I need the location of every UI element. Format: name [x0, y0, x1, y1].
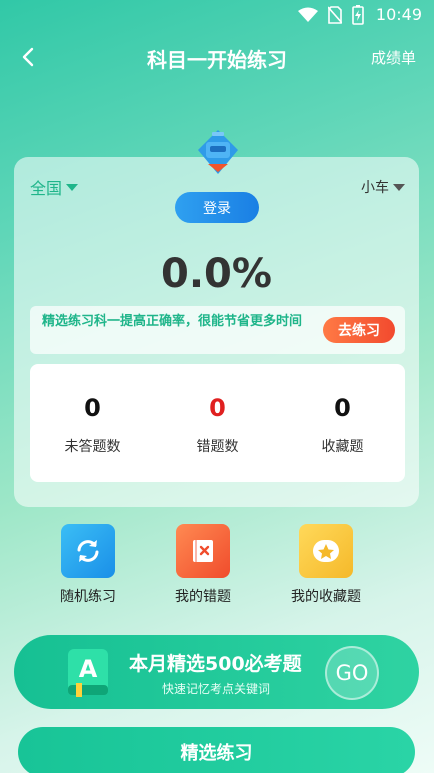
quick-label: 我的错题 — [175, 589, 231, 605]
stat-value: 0 — [209, 394, 226, 422]
status-icons — [298, 5, 364, 25]
stat-unanswered[interactable]: 0 未答题数 — [30, 364, 155, 482]
random-practice-button[interactable]: 随机练习 — [60, 524, 116, 606]
status-time: 10:49 — [375, 5, 422, 24]
page-title: 科目一开始练习 — [147, 48, 287, 72]
refresh-icon — [61, 524, 115, 578]
book-a-icon: A — [68, 649, 108, 697]
quick-label: 我的收藏题 — [291, 589, 361, 605]
my-wrong-questions-button[interactable]: 我的错题 — [175, 524, 231, 606]
go-practice-button[interactable]: 去练习 — [323, 317, 395, 343]
stat-value: 0 — [334, 394, 351, 422]
wrong-book-icon — [176, 524, 230, 578]
star-icon — [299, 524, 353, 578]
region-selector[interactable]: 全国 — [30, 175, 79, 199]
must-test-banner[interactable]: A 本月精选500必考题 快速记忆考点关键词 GO — [14, 635, 419, 709]
stat-value: 0 — [84, 394, 101, 422]
tip-text: 精选练习科一提高正确率，很能节省更多时间 — [42, 314, 303, 329]
quick-actions: 随机练习 我的错题 我的收藏题 — [0, 524, 434, 614]
mascot-icon — [198, 130, 238, 174]
selected-practice-button[interactable]: 精选练习 — [18, 727, 415, 773]
go-button[interactable]: GO — [325, 646, 379, 700]
vehicle-label: 小车 — [361, 180, 389, 196]
login-button[interactable]: 登录 — [175, 192, 259, 223]
battery-charging-icon — [352, 5, 364, 25]
banner-title: 本月精选500必考题 — [129, 653, 302, 675]
stat-label: 错题数 — [196, 439, 239, 455]
caret-down-icon — [393, 183, 405, 191]
report-card-link[interactable]: 成绩单 — [371, 47, 416, 68]
region-label: 全国 — [30, 179, 63, 198]
nav-bar: 科目一开始练习 成绩单 — [0, 36, 434, 80]
stat-wrong[interactable]: 0 错题数 — [155, 364, 280, 482]
accuracy-rate: 0.0% — [161, 251, 272, 297]
vehicle-selector[interactable]: 小车 — [361, 177, 405, 197]
caret-down-icon — [66, 183, 79, 191]
my-favorites-button[interactable]: 我的收藏题 — [291, 524, 361, 606]
stat-favorites[interactable]: 0 收藏题 — [280, 364, 405, 482]
no-sim-icon — [328, 6, 342, 24]
banner-subtitle: 快速记忆考点关键词 — [162, 682, 271, 696]
wifi-icon — [298, 7, 318, 22]
status-bar: 10:49 — [0, 0, 434, 30]
tip-banner: 精选练习科一提高正确率，很能节省更多时间 去练习 — [30, 306, 405, 354]
stat-label: 收藏题 — [321, 439, 364, 455]
stat-label: 未答题数 — [64, 439, 121, 455]
quick-label: 随机练习 — [60, 589, 116, 605]
stats-panel: 0 未答题数 0 错题数 0 收藏题 — [30, 364, 405, 482]
svg-text:A: A — [79, 655, 98, 683]
progress-card: 全国 小车 登录 0.0% 精选练习科一提高正确率，很能节省更多时间 去练习 0… — [14, 157, 419, 507]
